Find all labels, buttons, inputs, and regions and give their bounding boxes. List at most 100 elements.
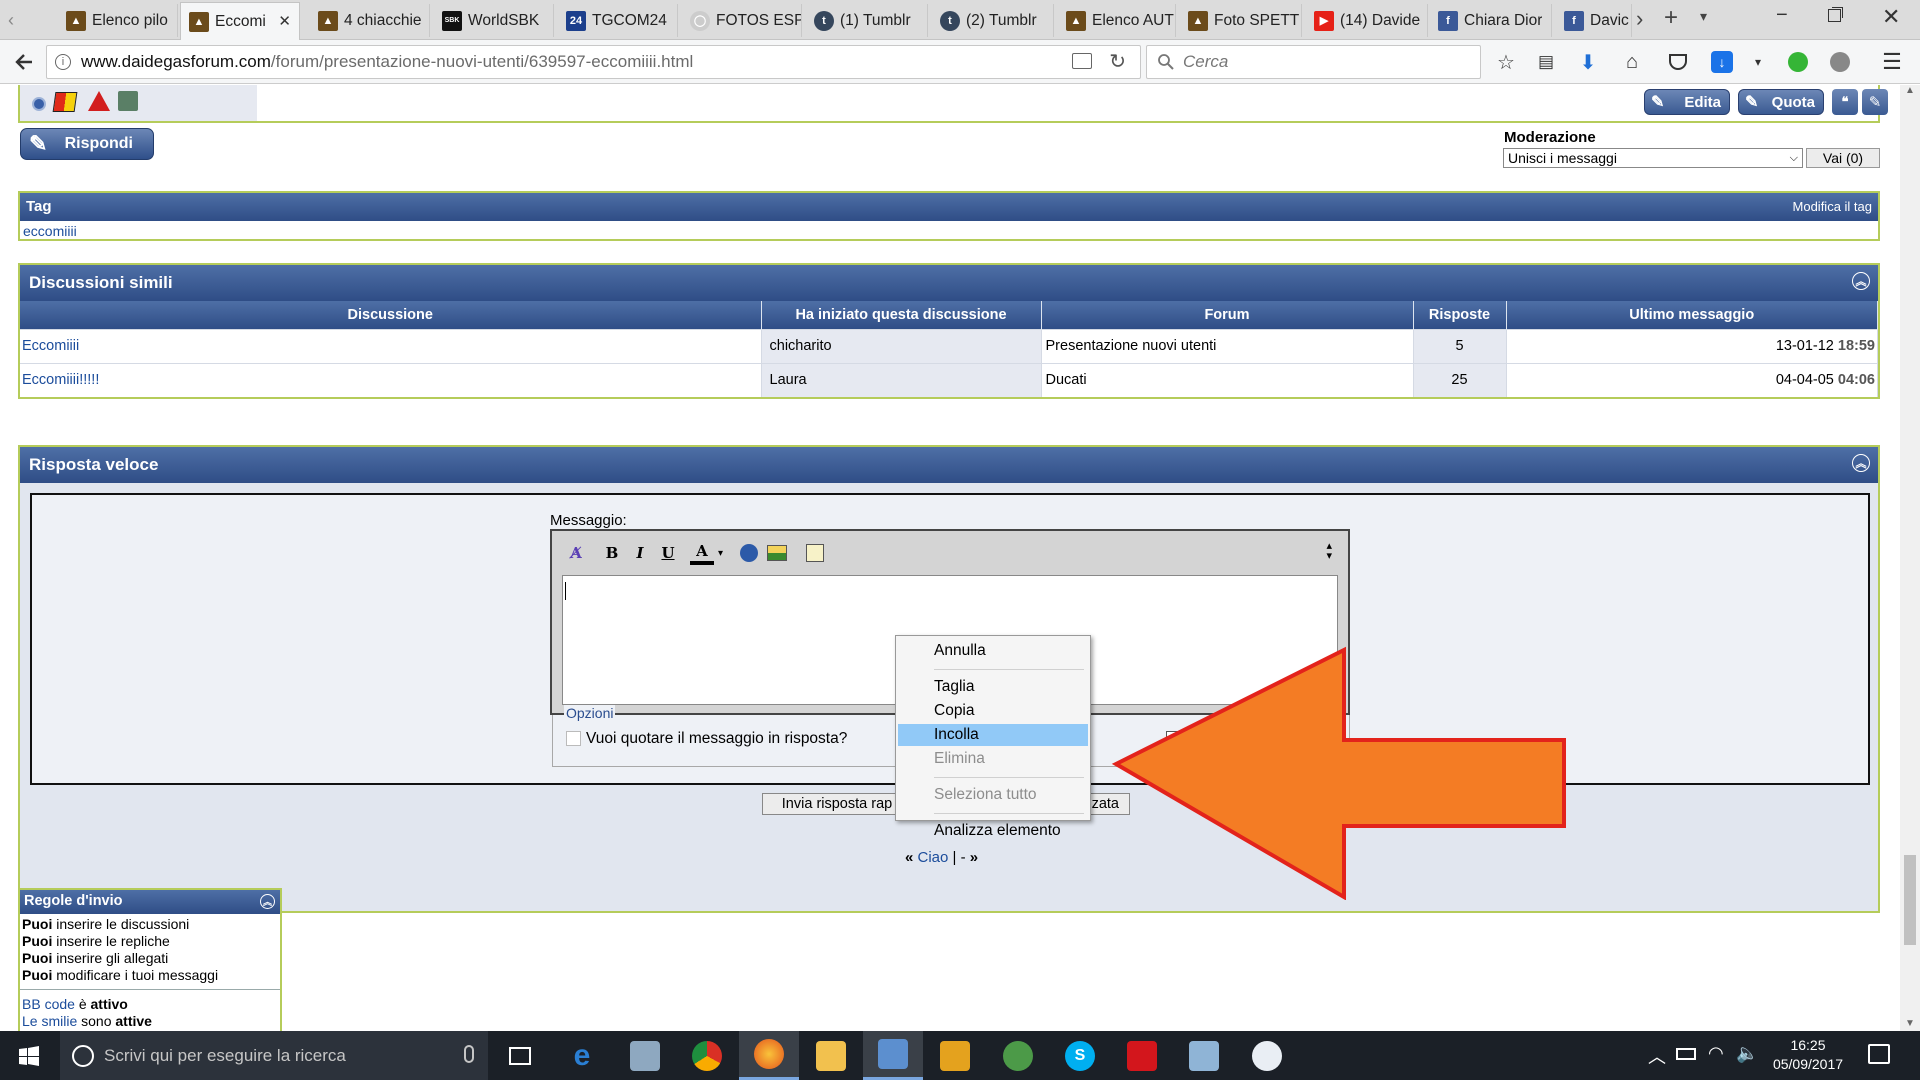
tab-list-icon[interactable]: ▾ [1700,8,1707,25]
scroll-up-icon[interactable]: ▲ [1900,85,1920,96]
collapse-icon[interactable]: ︽ [1852,272,1870,290]
ip-info-icon[interactable] [118,91,138,111]
reader-view-icon[interactable] [1072,53,1092,69]
menu-item-incolla[interactable]: Incolla [898,724,1088,746]
tab[interactable]: t (2) Tumblr [932,4,1054,37]
addon-globe-icon[interactable] [1826,48,1854,76]
insert-image-icon[interactable] [765,541,789,565]
quote-checkbox[interactable] [566,731,581,746]
prev-link[interactable]: « [905,849,913,866]
edit-tags-link[interactable]: Modifica il tag [1793,199,1872,214]
microphone-icon[interactable] [464,1045,474,1063]
collapse-icon[interactable]: ︽ [1852,454,1870,472]
volume-icon[interactable]: 🔈 [1736,1043,1758,1064]
scroll-down-icon[interactable]: ▼ [1900,1018,1920,1029]
paint-icon[interactable] [1237,1031,1297,1080]
app-icon[interactable] [1174,1031,1234,1080]
reputation-icon[interactable] [52,92,78,112]
skype-icon[interactable]: S [1050,1031,1110,1080]
reply-button[interactable]: ✎ Rispondi [20,128,154,160]
quick-edit-icon[interactable]: ✎ [1862,89,1888,115]
submit-quick-reply-button[interactable]: Invia risposta rap [762,793,912,815]
info-icon[interactable]: i [55,54,71,70]
insert-quote-icon[interactable] [803,541,827,565]
firefox-icon[interactable] [739,1031,799,1080]
smilies-link[interactable]: Le smilie [22,1013,77,1029]
back-icon[interactable] [10,48,38,76]
tag-link[interactable]: eccomiiii [20,221,1878,241]
app-icon[interactable] [863,1031,923,1080]
menu-item-copia[interactable]: Copia [898,700,1088,722]
menu-item-analizza-elemento[interactable]: Analizza elemento [898,820,1088,842]
bookmark-star-icon[interactable]: ☆ [1492,48,1520,76]
tab[interactable]: ▲ Elenco pilo [58,4,178,37]
app-icon[interactable] [988,1031,1048,1080]
minimize-icon[interactable]: − [1776,4,1788,27]
menu-item-annulla[interactable]: Annulla [898,640,1088,662]
home-icon[interactable]: ⌂ [1618,48,1646,76]
page-scrollbar[interactable]: ▲ ▼ [1900,85,1920,1031]
addon-download-icon[interactable]: ↓ [1708,48,1736,76]
scrollbar-thumb[interactable] [1904,855,1916,945]
quote-button[interactable]: ✎ Quota [1738,89,1824,115]
task-view-icon[interactable] [490,1031,550,1080]
taskbar-search-box[interactable]: Scrivi qui per eseguire la ricerca [60,1031,488,1080]
tab[interactable]: 24 TGCOM24 [558,4,678,37]
tab[interactable]: f Davic [1556,4,1632,37]
download-icon[interactable]: ⬇ [1574,48,1602,76]
app-icon[interactable] [615,1031,675,1080]
start-button[interactable] [0,1031,58,1080]
new-tab-icon[interactable]: + [1664,4,1678,32]
resize-editor-icon[interactable]: ▴ ▾ [1326,541,1332,562]
addon-menu-chevron-icon[interactable]: ▾ [1744,48,1772,76]
wifi-icon[interactable]: ◠ [1708,1043,1724,1064]
show-hidden-icons-chevron-icon[interactable]: ︿ [1648,1043,1666,1069]
edge-icon[interactable]: e [552,1031,612,1080]
insert-link-icon[interactable] [737,541,761,565]
collapse-icon[interactable]: ︽ [260,894,275,909]
search-bar[interactable]: Cerca [1146,45,1481,79]
bbcode-link[interactable]: BB code [22,996,75,1012]
tab[interactable]: ▲ Elenco AUT [1058,4,1176,37]
font-color-chevron-icon[interactable]: ▾ [718,548,723,559]
tab[interactable]: ▶ (14) Davide [1306,4,1428,37]
tab-active[interactable]: ▲ Eccomi ✕ [180,2,300,40]
clock[interactable]: 16:25 05/09/2017 [1766,1036,1850,1074]
tab[interactable]: t (1) Tumblr [806,4,928,37]
pocket-icon[interactable] [1664,48,1692,76]
report-warning-icon[interactable] [88,91,110,111]
tab-scroll-left-icon[interactable]: ‹ [8,10,14,31]
next-link[interactable]: » [970,849,978,866]
tab[interactable]: ▲ 4 chiacchie [310,4,430,37]
chrome-icon[interactable] [677,1031,737,1080]
reload-icon[interactable]: ↻ [1109,49,1126,74]
close-window-icon[interactable]: ✕ [1882,4,1900,30]
edit-button[interactable]: ✎ Edita [1644,89,1730,115]
moderation-select[interactable]: Unisci i messaggi ⌵ [1503,148,1803,168]
tab[interactable]: SBK WorldSBK [434,4,554,37]
menu-hamburger-icon[interactable]: ☰ [1878,48,1906,76]
app-icon[interactable] [925,1031,985,1080]
thread-link[interactable]: Eccomiiii!!!!! [20,362,762,397]
font-color-icon[interactable]: A [690,541,714,565]
address-bar[interactable]: i www.daidegasforum.com/forum/presentazi… [46,45,1141,79]
bold-icon[interactable]: B [600,541,624,565]
acrobat-icon[interactable] [1112,1031,1172,1080]
moderation-go-button[interactable]: Vai (0) [1806,148,1880,168]
notifications-icon[interactable] [1868,1044,1890,1064]
file-explorer-icon[interactable] [801,1031,861,1080]
tab-scroll-right-icon[interactable]: › [1636,6,1643,32]
menu-item-taglia[interactable]: Taglia [898,676,1088,698]
italic-icon[interactable]: I [628,541,652,565]
tab[interactable]: f Chiara Dior [1430,4,1552,37]
prev-thread-link[interactable]: Ciao [918,849,949,866]
thread-link[interactable]: Eccomiiii [20,328,762,363]
underline-icon[interactable]: U [656,541,680,565]
multiquote-icon[interactable]: ❝ [1832,89,1858,115]
library-icon[interactable]: ▤ [1532,48,1560,76]
remove-format-icon[interactable]: A̸ [564,541,588,565]
close-tab-icon[interactable]: ✕ [278,12,291,30]
battery-icon[interactable] [1676,1048,1696,1060]
tab[interactable]: ▲ Foto SPETT [1180,4,1302,37]
addon-power-icon[interactable] [1784,48,1812,76]
